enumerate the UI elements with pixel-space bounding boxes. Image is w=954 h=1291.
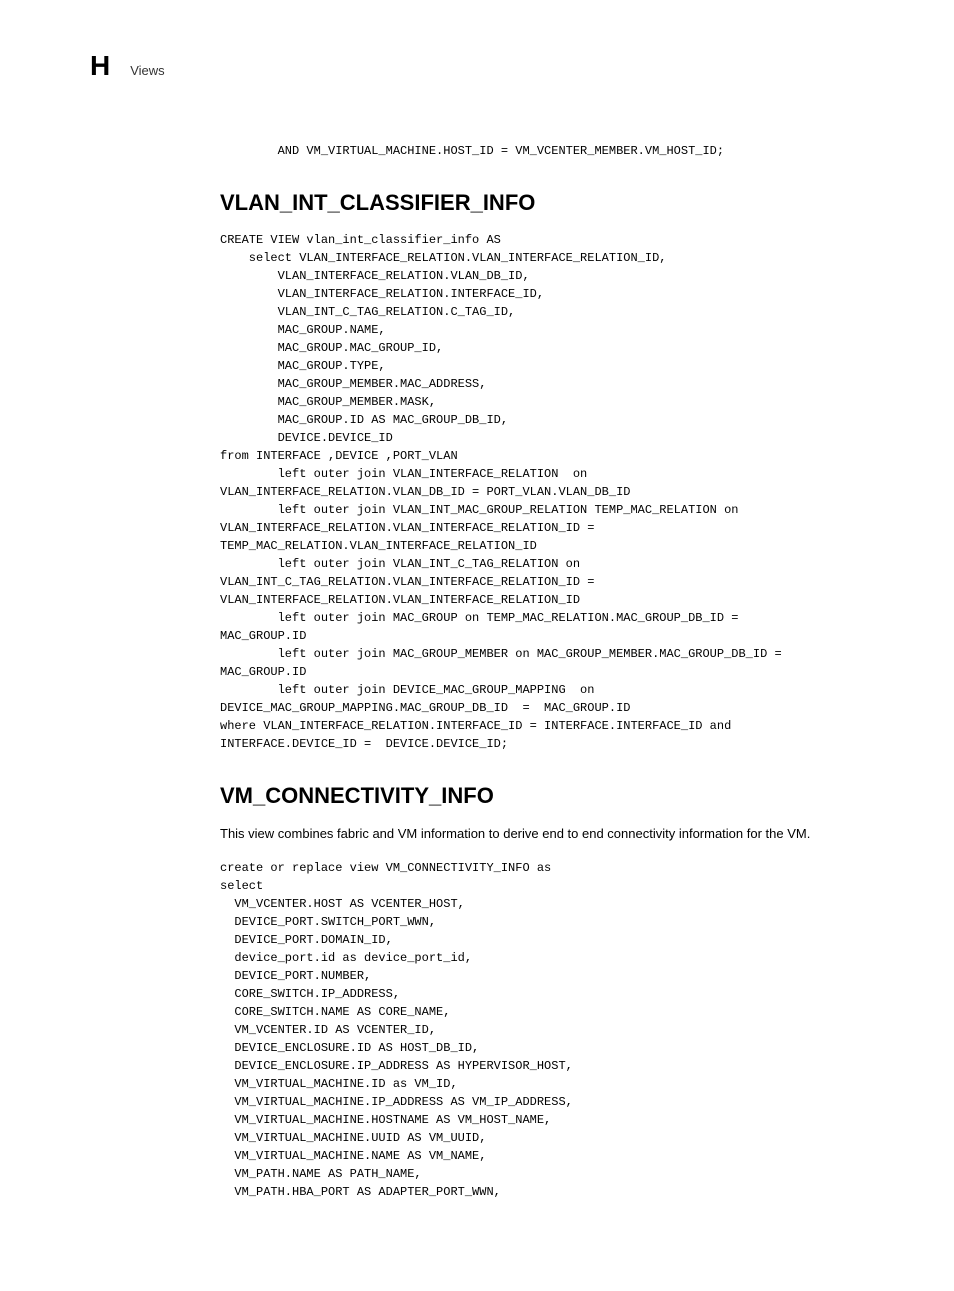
- code-fragment-1: AND VM_VIRTUAL_MACHINE.HOST_ID = VM_VCEN…: [220, 142, 894, 160]
- header-title: Views: [130, 63, 164, 78]
- section-heading-vm: VM_CONNECTIVITY_INFO: [220, 783, 894, 809]
- code-block-vm: create or replace view VM_CONNECTIVITY_I…: [220, 859, 894, 1201]
- description-vm: This view combines fabric and VM informa…: [220, 824, 894, 844]
- code-block-vlan: CREATE VIEW vlan_int_classifier_info AS …: [220, 231, 894, 753]
- page-content: AND VM_VIRTUAL_MACHINE.HOST_ID = VM_VCEN…: [220, 142, 894, 1201]
- page-header: H Views: [90, 50, 894, 82]
- section-heading-vlan: VLAN_INT_CLASSIFIER_INFO: [220, 190, 894, 216]
- appendix-letter: H: [90, 50, 110, 82]
